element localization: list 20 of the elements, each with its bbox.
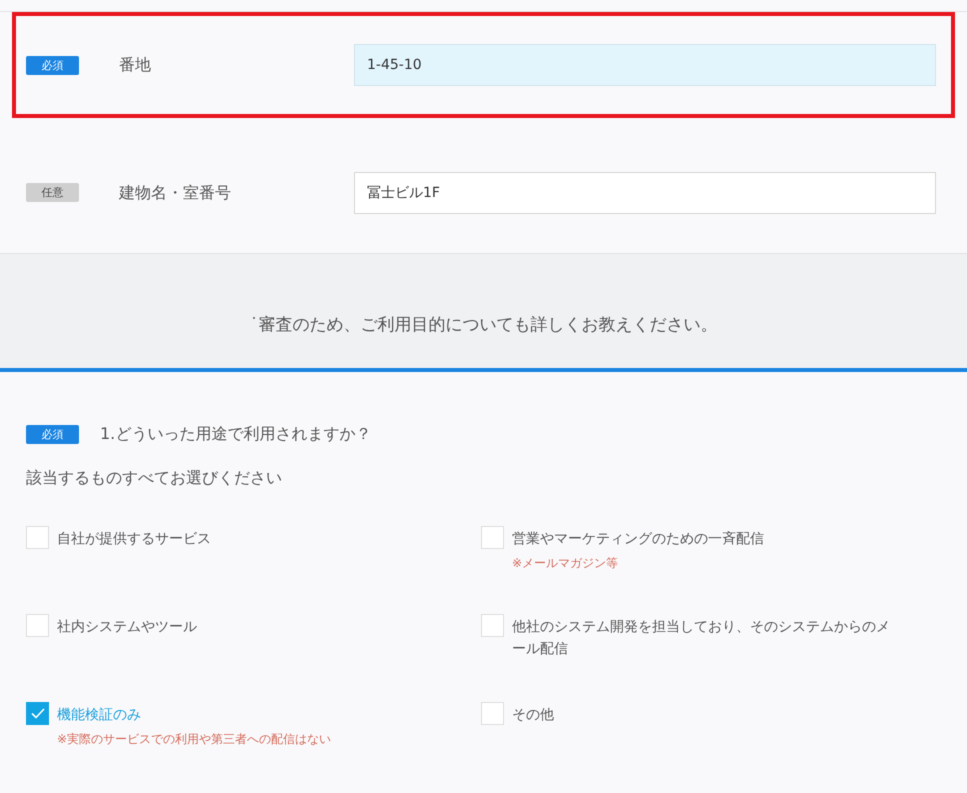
- option-label: 機能検証のみ: [57, 706, 142, 725]
- option-label: 他社のシステム開発を担当しており、そのシステムからのメール配信: [512, 618, 891, 659]
- option-note: ※メールマガジン等: [512, 555, 618, 572]
- instruction-text: 該当するものすべてお選びください: [26, 467, 282, 489]
- banner-text: ˙審査のため、ご利用目的についても詳しくお教えください。: [250, 314, 718, 338]
- option-note: ※実際のサービスでの利用や第三者への配信はない: [57, 731, 332, 748]
- question-title: 1.どういった用途で利用されますか？: [100, 423, 372, 445]
- option-label: その他: [512, 706, 554, 725]
- optional-badge: 任意: [26, 183, 79, 202]
- required-badge: 必須: [26, 424, 79, 444]
- field-label: 建物名・室番号: [119, 182, 232, 204]
- input-field[interactable]: 冨士ビル1F: [354, 172, 936, 214]
- check-icon: [30, 708, 44, 719]
- input-field[interactable]: 1-45-10: [354, 44, 936, 86]
- option-label: 自社が提供するサービス: [57, 530, 211, 549]
- required-badge: 必須: [26, 56, 79, 74]
- option-label: 営業やマーケティングのための一斉配信: [512, 530, 764, 549]
- option-label: 社内システムやツール: [57, 618, 197, 637]
- field-label: 番地: [119, 54, 152, 76]
- checkbox[interactable]: [26, 702, 49, 725]
